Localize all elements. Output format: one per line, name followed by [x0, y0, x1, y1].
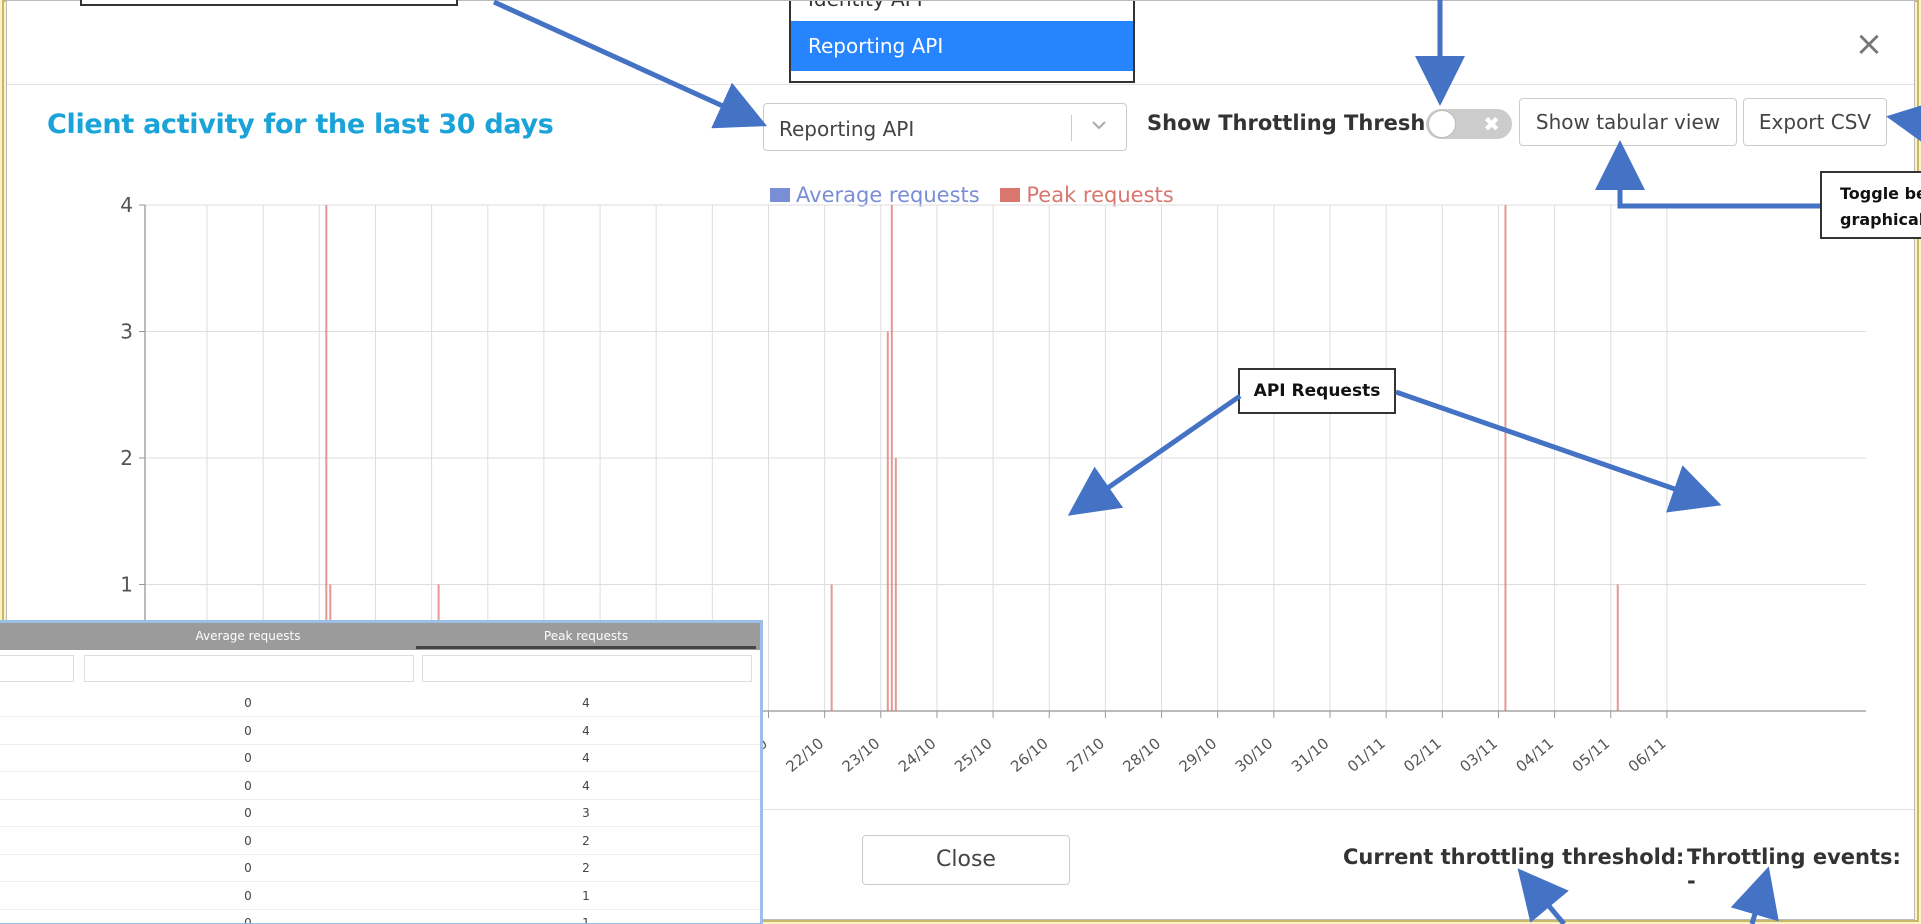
y-tick-label: 4: [120, 193, 133, 217]
x-tick-label: 23/10: [839, 734, 884, 776]
table-row: 04: [0, 718, 760, 745]
x-tick-label: 24/10: [895, 734, 940, 776]
x-tick-label: 03/11: [1456, 734, 1501, 776]
cell-peak: 1: [582, 916, 590, 924]
x-tick-label: 22/10: [783, 734, 828, 776]
events-value: -: [1687, 869, 1696, 893]
cell-average: 0: [244, 888, 252, 903]
peak-request-bar: [1504, 205, 1507, 711]
filter-input-date[interactable]: [0, 655, 74, 682]
x-tick-label: 27/10: [1063, 734, 1108, 776]
x-tick-label: 01/11: [1344, 734, 1389, 776]
tabular-view-panel: Average requests Peak requests 040404040…: [0, 620, 763, 924]
table-header: Average requests Peak requests: [0, 623, 760, 650]
filter-input-peak[interactable]: [422, 655, 752, 682]
cell-peak: 3: [582, 806, 590, 820]
x-tick-label: 28/10: [1119, 734, 1164, 776]
table-row: 04: [0, 773, 760, 800]
y-tick-label: 3: [120, 320, 133, 344]
x-tick-label: 02/11: [1400, 734, 1445, 776]
cell-average: 0: [244, 833, 252, 848]
table-row: 02: [0, 855, 760, 882]
x-tick-label: 30/10: [1232, 734, 1277, 776]
table-row: 01: [0, 910, 760, 924]
peak-request-bar: [894, 458, 897, 711]
x-tick-label: 04/11: [1512, 734, 1557, 776]
table-row: 01: [0, 883, 760, 910]
cell-average: 0: [244, 696, 252, 710]
cell-average: 0: [244, 778, 252, 793]
throttling-events: Throttling events: -: [1687, 845, 1914, 893]
current-throttling-threshold: Current throttling threshold: -: [1343, 845, 1700, 869]
close-button[interactable]: Close: [862, 835, 1070, 885]
callout-api-requests: API Requests: [1238, 368, 1396, 414]
peak-request-bar: [830, 584, 833, 711]
events-label: Throttling events:: [1687, 845, 1901, 869]
threshold-label: Current throttling threshold:: [1343, 845, 1685, 869]
cell-peak: 2: [582, 833, 590, 848]
cell-peak: 4: [582, 751, 590, 765]
x-tick-label: 26/10: [1007, 734, 1052, 776]
callout-toggle-line1: Toggle be: [1840, 184, 1921, 203]
cell-peak: 4: [582, 723, 590, 738]
cell-average: 0: [244, 723, 252, 738]
x-tick-label: 05/11: [1569, 734, 1614, 776]
y-tick-label: 1: [120, 573, 133, 597]
column-header-peak[interactable]: Peak requests: [416, 629, 756, 643]
filter-input-average[interactable]: [84, 655, 414, 682]
peak-request-bar: [886, 331, 889, 711]
peak-request-bar: [890, 205, 893, 711]
cell-average: 0: [244, 806, 252, 820]
cell-peak: 1: [582, 888, 590, 903]
cell-average: 0: [244, 916, 252, 924]
table-filters: [0, 650, 760, 688]
x-tick-label: 06/11: [1625, 734, 1670, 776]
callout-toggle-line2: graphical: [1840, 210, 1921, 229]
x-tick-label: 31/10: [1288, 734, 1333, 776]
cell-peak: 2: [582, 861, 590, 875]
cell-average: 0: [244, 861, 252, 875]
y-tick-label: 2: [120, 446, 133, 470]
x-tick-label: 29/10: [1176, 734, 1221, 776]
table-row: 04: [0, 745, 760, 772]
cell-average: 0: [244, 751, 252, 765]
table-row: 04: [0, 690, 760, 717]
cell-peak: 4: [582, 696, 590, 710]
cell-peak: 4: [582, 778, 590, 793]
column-header-average[interactable]: Average requests: [80, 629, 416, 643]
x-tick-label: 25/10: [951, 734, 996, 776]
table-row: 03: [0, 800, 760, 827]
table-row: 02: [0, 828, 760, 855]
sorted-column-indicator: [416, 646, 756, 649]
peak-request-bar: [1616, 584, 1619, 711]
callout-toggle-view: Toggle be graphical: [1820, 171, 1921, 239]
callout-top-left: [80, 0, 458, 6]
